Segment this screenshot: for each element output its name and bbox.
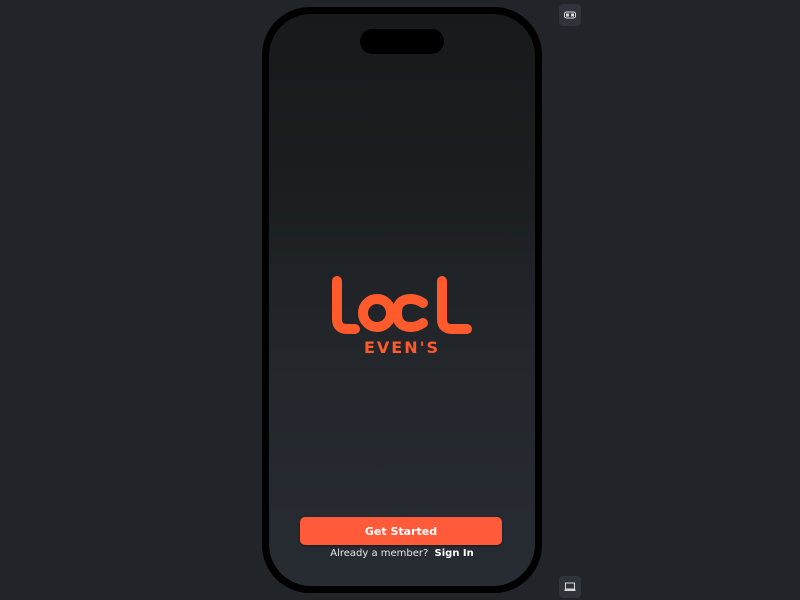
laptop-icon — [564, 582, 576, 591]
toggle-button[interactable] — [559, 4, 581, 26]
device-toggle-button[interactable] — [559, 576, 581, 598]
sign-in-row: Already a member? Sign In — [269, 548, 535, 559]
get-started-button[interactable]: Get Started — [300, 517, 502, 545]
phone-frame: EVEN'S Get Started Already a member? Sig… — [262, 7, 542, 593]
already-member-text: Already a member? — [330, 548, 429, 559]
toggle-icon — [564, 11, 576, 19]
logo-subtitle: EVEN'S — [363, 338, 441, 357]
dynamic-island — [360, 29, 444, 54]
app-screen: EVEN'S Get Started Already a member? Sig… — [269, 14, 535, 586]
preview-stage: EVEN'S Get Started Already a member? Sig… — [0, 0, 800, 600]
sign-in-link[interactable]: Sign In — [435, 548, 474, 559]
